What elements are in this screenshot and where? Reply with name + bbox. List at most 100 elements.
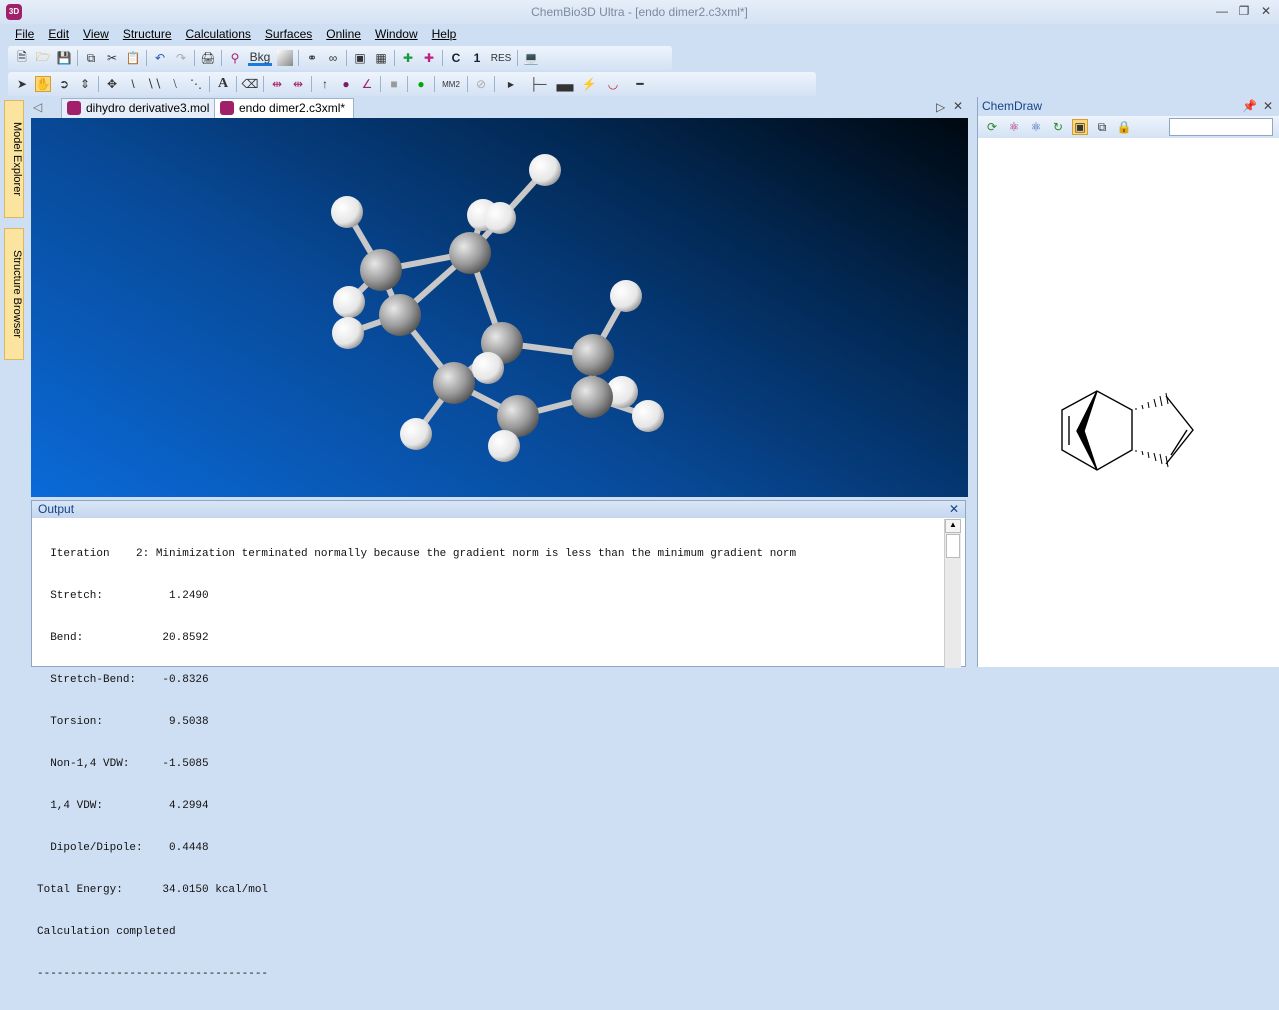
measure-icon[interactable]: ├─ [527,76,549,92]
carbon-atom[interactable] [449,232,491,274]
cubes-icon[interactable]: ▦ [373,50,389,66]
rotate-icon[interactable]: ➲ [56,76,72,92]
atom-place-icon[interactable]: ● [338,76,354,92]
restore-button[interactable]: ❐ [1234,4,1254,18]
tab-scroll-left-icon[interactable]: ◁ [33,100,42,114]
lock-icon[interactable]: 🔒 [1116,119,1132,135]
residue-button[interactable]: RES [490,50,512,66]
fullscreen-icon[interactable]: 💻 [523,50,539,66]
model-explorer-tab[interactable]: Model Explorer [4,100,24,218]
move-m-icon[interactable]: ✚ [400,50,416,66]
close-document-icon[interactable]: ✕ [953,99,963,113]
hydrogen-atom[interactable] [610,280,642,312]
chemdraw-canvas[interactable] [978,138,1279,666]
hydrogen-atom[interactable] [333,286,365,318]
hydrogen-atom[interactable] [529,154,561,186]
move-atom-icon[interactable]: ✥ [104,76,120,92]
cut-icon[interactable]: ✂ [104,50,120,66]
carbon-atom[interactable] [572,334,614,376]
save-icon[interactable]: 💾 [56,50,72,66]
hydrogen-atom[interactable] [472,352,504,384]
carbon-atom[interactable] [379,294,421,336]
box-icon[interactable]: ▣ [352,50,368,66]
select-arrow-icon[interactable]: ➤ [14,76,30,92]
mirror-icon[interactable]: ⇹ [269,76,285,92]
structure-browser-tab[interactable]: Structure Browser [4,228,24,360]
hydrogen-atom[interactable] [484,202,516,234]
bond-tool-icon[interactable]: ⚲ [227,50,243,66]
to-3d-icon[interactable]: ↻ [1050,119,1066,135]
link-icon[interactable]: ⚛ [1006,119,1022,135]
tab-dihydro-derivative[interactable]: dihydro derivative3.mol [61,98,219,118]
dashed-bond-icon[interactable]: ⋱ [188,76,204,92]
mm2-dynamics-icon[interactable]: ▶ [500,76,522,92]
undo-icon[interactable]: ↶ [152,50,168,66]
no-calc-icon[interactable]: ⊘ [473,76,489,92]
new-file-icon[interactable]: 🗎 [14,50,30,66]
redo-icon[interactable]: ↷ [173,50,189,66]
menu-surfaces[interactable]: Surfaces [258,25,319,45]
menu-help[interactable]: Help [425,25,464,45]
mm2-minimize-button[interactable]: MM2 [440,76,462,92]
text-tool-button[interactable]: A [215,76,231,92]
close-output-icon[interactable]: ✕ [949,502,959,516]
hydrogen-atom[interactable] [400,418,432,450]
background-color-button[interactable]: Bkg [248,50,272,66]
align-y-icon[interactable]: ↑ [317,76,333,92]
scroll-thumb[interactable] [946,534,960,558]
menu-file[interactable]: File [8,25,41,45]
output-scrollbar[interactable]: ▲ [944,519,961,668]
hydrogen-atom[interactable] [332,317,364,349]
model-viewport[interactable] [31,118,968,497]
tab-endo-dimer[interactable]: endo dimer2.c3xml* [214,98,355,118]
menu-edit[interactable]: Edit [41,25,76,45]
lightning-icon[interactable]: ⚡ [581,76,597,92]
carbon-atom[interactable] [433,362,475,404]
table-icon[interactable]: ▄▄ [554,76,576,92]
chemdraw-name-input[interactable] [1169,118,1273,136]
stop-icon[interactable]: ■ [386,76,402,92]
translate-icon[interactable]: ⇕ [77,76,93,92]
menu-structure[interactable]: Structure [116,25,179,45]
invert-icon[interactable]: ⇹ [290,76,306,92]
move-v-icon[interactable]: ✚ [421,50,437,66]
copy-icon[interactable]: ⧉ [83,50,99,66]
sync-icon[interactable]: ⟳ [984,119,1000,135]
eraser-icon[interactable]: ⌫ [242,76,259,92]
menu-window[interactable]: Window [368,25,425,45]
c-label-button[interactable]: C [448,50,464,66]
graph-icon[interactable]: ◡ [602,76,624,92]
angle-icon[interactable]: ∠ [359,76,375,92]
minimize-button[interactable]: — [1212,4,1232,18]
hand-icon[interactable]: ✋ [35,76,51,92]
triple-bond-icon[interactable]: ⧵ [167,76,183,92]
paste-icon[interactable]: 📋 [125,50,141,66]
menu-calculations[interactable]: Calculations [179,25,258,45]
hydrogen-atom[interactable] [331,196,363,228]
ruler-icon[interactable]: ━ [629,76,651,92]
single-bond-icon[interactable]: \ [125,76,141,92]
print-icon[interactable]: 🖨 [200,50,216,66]
carbon-atom[interactable] [360,249,402,291]
open-folder-icon[interactable]: 🗁 [35,50,51,66]
hydrogen-atom[interactable] [488,430,520,462]
lock-view-icon[interactable]: ▣ [1072,119,1088,135]
hydrogen-atom[interactable] [632,400,664,432]
menu-view[interactable]: View [76,25,116,45]
copy-structure-icon[interactable]: ⧉ [1094,119,1110,135]
molecule-3d-model[interactable] [31,118,968,497]
run-icon[interactable]: ● [413,76,429,92]
tab-scroll-right-icon[interactable]: ▷ [936,100,945,114]
close-chemdraw-icon[interactable]: ✕ [1263,99,1273,113]
unlink-icon[interactable]: ⚛ [1028,119,1044,135]
close-button[interactable]: ✕ [1256,4,1276,18]
glasses-icon[interactable]: ∞ [325,50,341,66]
stereo-view-icon[interactable]: ⚭ [304,50,320,66]
carbon-atom[interactable] [571,376,613,418]
pin-icon[interactable]: 📌 [1242,99,1257,113]
serial-number-button[interactable]: 1 [469,50,485,66]
gradient-icon[interactable] [277,50,293,66]
scroll-up-icon[interactable]: ▲ [945,519,961,533]
menu-online[interactable]: Online [319,25,368,45]
double-bond-icon[interactable]: ∖∖ [146,76,162,92]
